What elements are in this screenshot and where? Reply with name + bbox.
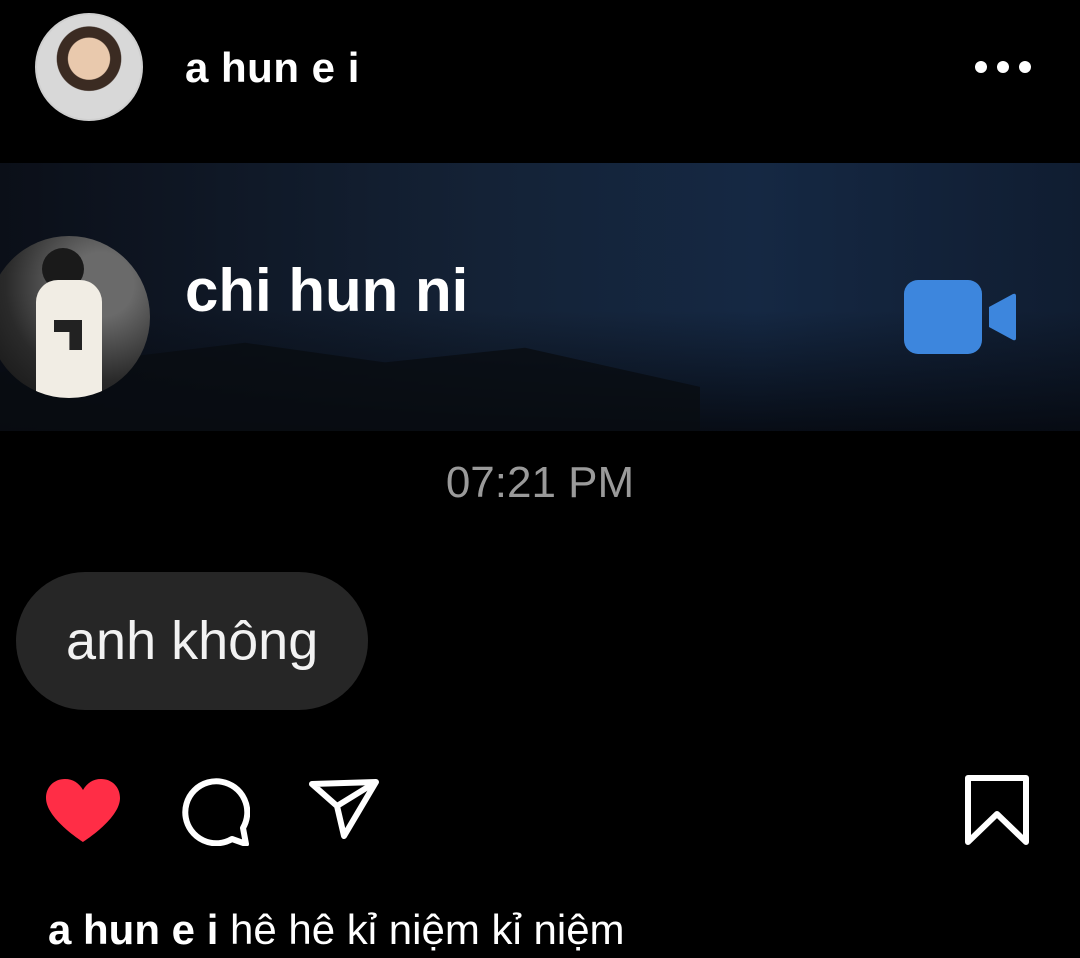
post-caption: a hun e i hê hê kỉ niệm kỉ niệm (48, 906, 625, 954)
message-timestamp: 07:21 PM (445, 458, 635, 507)
video-camera-icon[interactable] (903, 278, 1017, 356)
bookmark-icon[interactable] (964, 774, 1030, 846)
instagram-post: a hun e i chi hun ni 07:21 PM anh không (0, 0, 1080, 958)
send-icon[interactable] (308, 778, 380, 840)
author-username[interactable]: a hun e i (185, 44, 360, 92)
author-avatar[interactable] (35, 13, 143, 121)
caller-name: chi hun ni (185, 257, 469, 324)
message-bubble[interactable]: anh không (16, 572, 369, 710)
message-text: anh không (66, 611, 319, 671)
call-banner[interactable]: chi hun ni (0, 163, 1080, 431)
post-header: a hun e i (0, 0, 1080, 140)
more-horizontal-icon[interactable] (972, 56, 1034, 78)
comment-icon[interactable] (180, 778, 250, 846)
heart-filled-icon[interactable] (44, 778, 122, 844)
caption-username[interactable]: a hun e i (48, 906, 218, 953)
caption-text: hê hê kỉ niệm kỉ niệm (230, 906, 625, 953)
